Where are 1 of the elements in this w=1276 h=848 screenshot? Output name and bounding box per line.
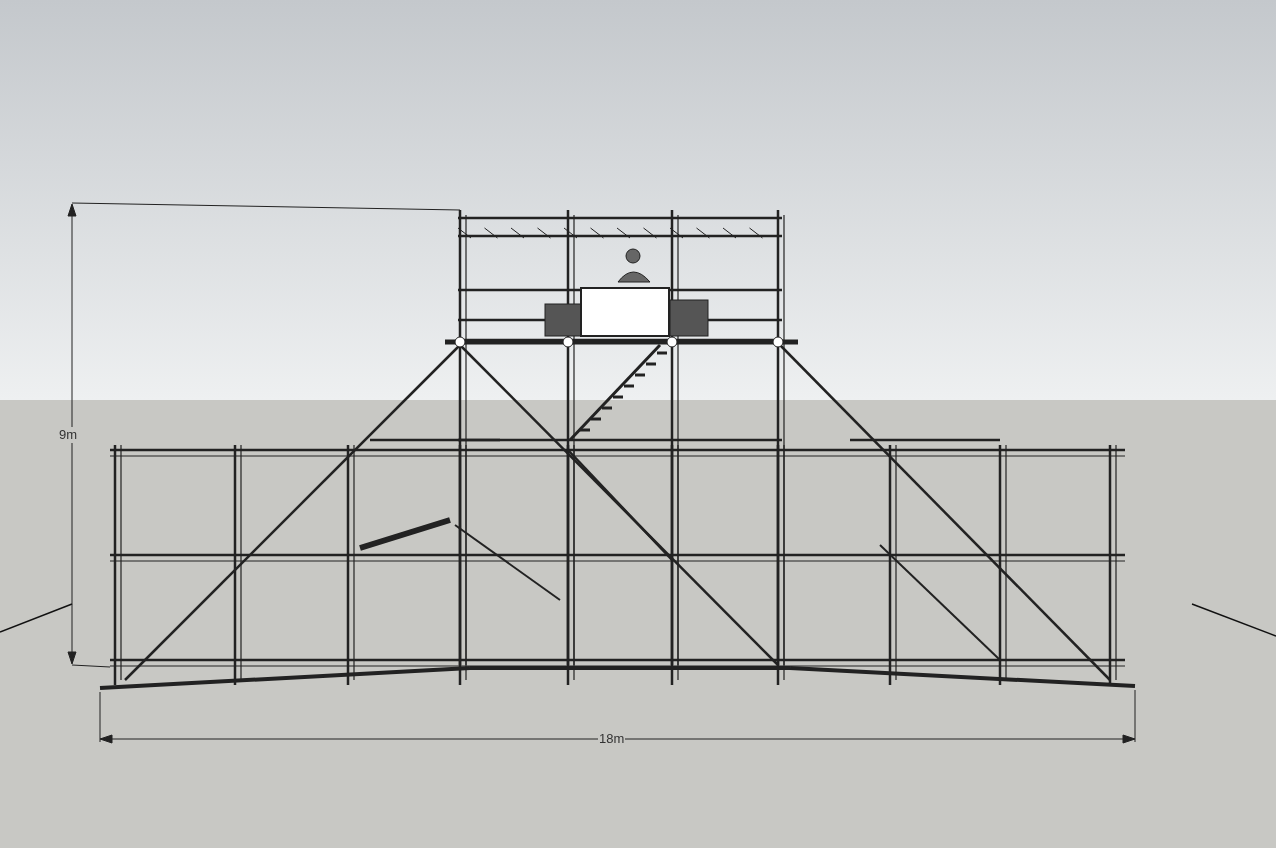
dimension-label: 9m [58,427,79,443]
